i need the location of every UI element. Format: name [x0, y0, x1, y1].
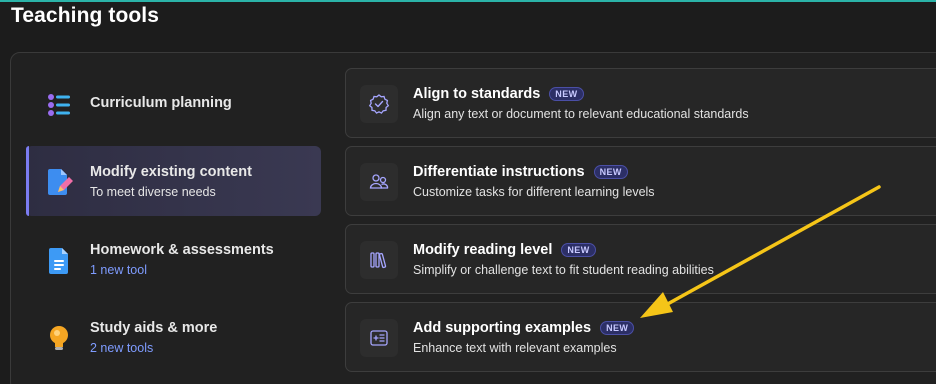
- sidebar-item-study-aids[interactable]: Study aids & more 2 new tools: [26, 302, 321, 372]
- tool-card-title: Modify reading level NEW: [413, 242, 596, 258]
- tool-card-title-text: Modify reading level: [413, 242, 553, 258]
- list-icon: [44, 90, 74, 120]
- new-badge: NEW: [593, 165, 628, 179]
- new-badge: NEW: [600, 321, 635, 335]
- tool-card-title: Add supporting examples NEW: [413, 320, 635, 336]
- tool-card-description: Simplify or challenge text to fit studen…: [413, 263, 714, 277]
- sidebar-item-modify-existing-content[interactable]: Modify existing content To meet diverse …: [26, 146, 321, 216]
- tool-card-title: Align to standards NEW: [413, 86, 584, 102]
- tool-card-modify-reading-level[interactable]: Modify reading level NEW Simplify or cha…: [345, 224, 936, 294]
- sidebar-item-label: Homework & assessments: [90, 242, 274, 258]
- top-accent-bar: [0, 0, 936, 2]
- add-list-icon: [360, 319, 398, 357]
- sidebar-item-subtitle: To meet diverse needs: [90, 185, 216, 199]
- lightbulb-icon: [44, 323, 74, 353]
- people-icon: [360, 163, 398, 201]
- sidebar-item-new-tools-link[interactable]: 1 new tool: [90, 263, 147, 277]
- sidebar-item-label: Modify existing content: [90, 164, 252, 180]
- tool-card-title-text: Differentiate instructions: [413, 164, 585, 180]
- tool-card-title-text: Align to standards: [413, 86, 541, 102]
- tool-card-description: Align any text or document to relevant e…: [413, 107, 749, 121]
- tool-card-differentiate-instructions[interactable]: Differentiate instructions NEW Customize…: [345, 146, 936, 216]
- tool-card-add-supporting-examples[interactable]: Add supporting examples NEW Enhance text…: [345, 302, 936, 372]
- sidebar-item-label: Curriculum planning: [90, 95, 232, 111]
- document-edit-icon: [44, 166, 74, 196]
- sidebar-item-homework-assessments[interactable]: Homework & assessments 1 new tool: [26, 224, 321, 294]
- document-icon: [44, 245, 74, 275]
- tool-card-description: Enhance text with relevant examples: [413, 341, 617, 355]
- page-title: Teaching tools: [11, 4, 160, 27]
- new-badge: NEW: [549, 87, 584, 101]
- tool-card-title-text: Add supporting examples: [413, 320, 592, 336]
- books-icon: [360, 241, 398, 279]
- sidebar-item-new-tools-link[interactable]: 2 new tools: [90, 341, 153, 355]
- new-badge: NEW: [561, 243, 596, 257]
- tool-card-align-to-standards[interactable]: Align to standards NEW Align any text or…: [345, 68, 936, 138]
- sidebar-item-label: Study aids & more: [90, 320, 218, 336]
- tool-card-title: Differentiate instructions NEW: [413, 164, 628, 180]
- tool-card-description: Customize tasks for different learning l…: [413, 185, 655, 199]
- sidebar-item-curriculum-planning[interactable]: Curriculum planning: [26, 69, 321, 139]
- badge-check-icon: [360, 85, 398, 123]
